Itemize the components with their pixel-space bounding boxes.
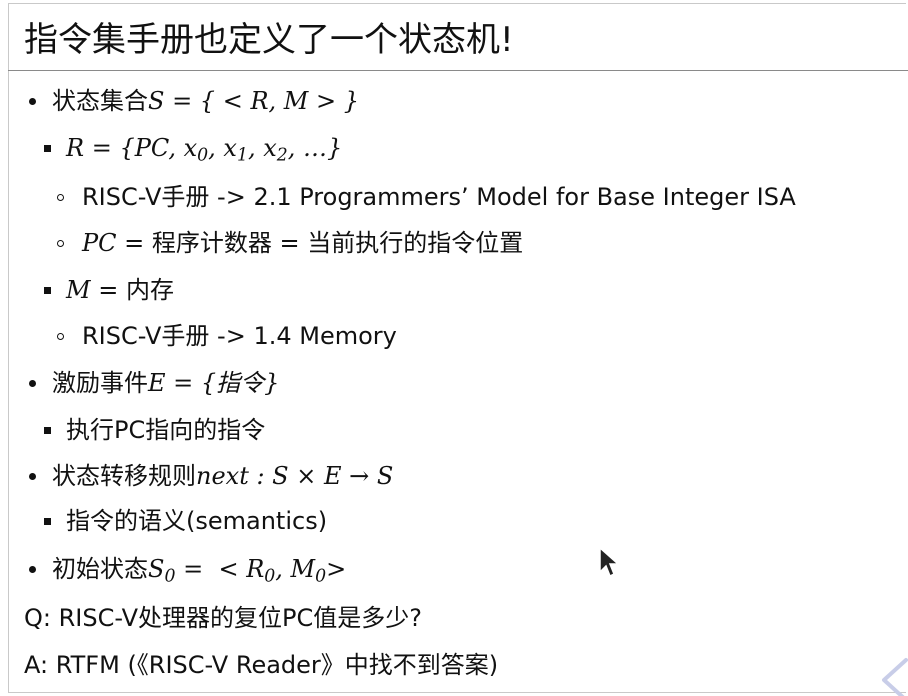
math-m: M: [66, 276, 91, 304]
list-item-registers: R = {PC, x0, x1, x2, …}: [66, 132, 342, 164]
math-pc: PC: [82, 229, 117, 257]
list-item-initial-state: 初始状态S0 = < R0, M0>: [52, 553, 346, 585]
bullet-disc: [29, 566, 36, 573]
list-item-events: 激励事件E = {指令}: [52, 367, 279, 399]
math-events: E = {指令}: [148, 369, 280, 397]
bullet-disc: [29, 473, 36, 480]
item-text: = 程序计数器 = 当前执行的指令位置: [116, 229, 524, 257]
item-text: 状态转移规则: [52, 462, 196, 490]
item-text: 状态集合: [52, 87, 148, 115]
list-item-memory: M = 内存: [66, 274, 174, 306]
list-item-riscv-manual-2-1: RISC-V手册 -> 2.1 Programmers’ Model for B…: [82, 181, 796, 213]
item-text: RISC-V手册 -> 2.1 Programmers’ Model for B…: [82, 183, 796, 211]
list-item-execute-pc: 执行PC指向的指令: [66, 414, 265, 446]
item-text: 初始状态: [52, 555, 148, 583]
math-state-set: S = { < R, M > }: [148, 87, 359, 115]
bullet-circle: [57, 333, 64, 340]
math-initial-state: S0 = < R0, M0>: [148, 555, 347, 587]
list-item-semantics: 指令的语义(semantics): [66, 505, 327, 537]
item-text: 执行PC指向的指令: [66, 416, 266, 444]
item-text: RISC-V手册 -> 1.4 Memory: [82, 322, 397, 350]
bullet-disc: [29, 380, 36, 387]
bullet-circle: [57, 194, 64, 201]
list-item-state-set: 状态集合S = { < R, M > }: [52, 85, 359, 117]
bullet-square: [44, 518, 51, 525]
question-text: Q: RISC-V处理器的复位PC值是多少?: [24, 604, 422, 632]
bullet-square: [44, 145, 51, 152]
item-text: 激励事件: [52, 369, 148, 397]
list-item-riscv-manual-1-4: RISC-V手册 -> 1.4 Memory: [82, 320, 397, 352]
chevron-left-icon[interactable]: [872, 652, 908, 696]
bullet-circle: [57, 240, 64, 247]
slide-title: 指令集手册也定义了一个状态机!: [24, 20, 514, 60]
answer-text: A: RTFM (《RISC-V Reader》中找不到答案): [24, 651, 499, 679]
item-text: 指令的语义(semantics): [66, 507, 328, 535]
bullet-square: [44, 287, 51, 294]
title-divider: [8, 70, 908, 71]
list-item-pc-definition: PC = 程序计数器 = 当前执行的指令位置: [82, 227, 523, 259]
list-item-transition: 状态转移规则next : S × E → S: [52, 460, 393, 492]
bullet-disc: [29, 98, 36, 105]
bullet-square: [44, 427, 51, 434]
math-registers: R = {PC, x0, x1, x2, …}: [66, 134, 343, 166]
math-transition: next : S × E → S: [196, 462, 394, 490]
mouse-pointer-icon: [599, 546, 620, 578]
item-text: = 内存: [90, 276, 174, 304]
